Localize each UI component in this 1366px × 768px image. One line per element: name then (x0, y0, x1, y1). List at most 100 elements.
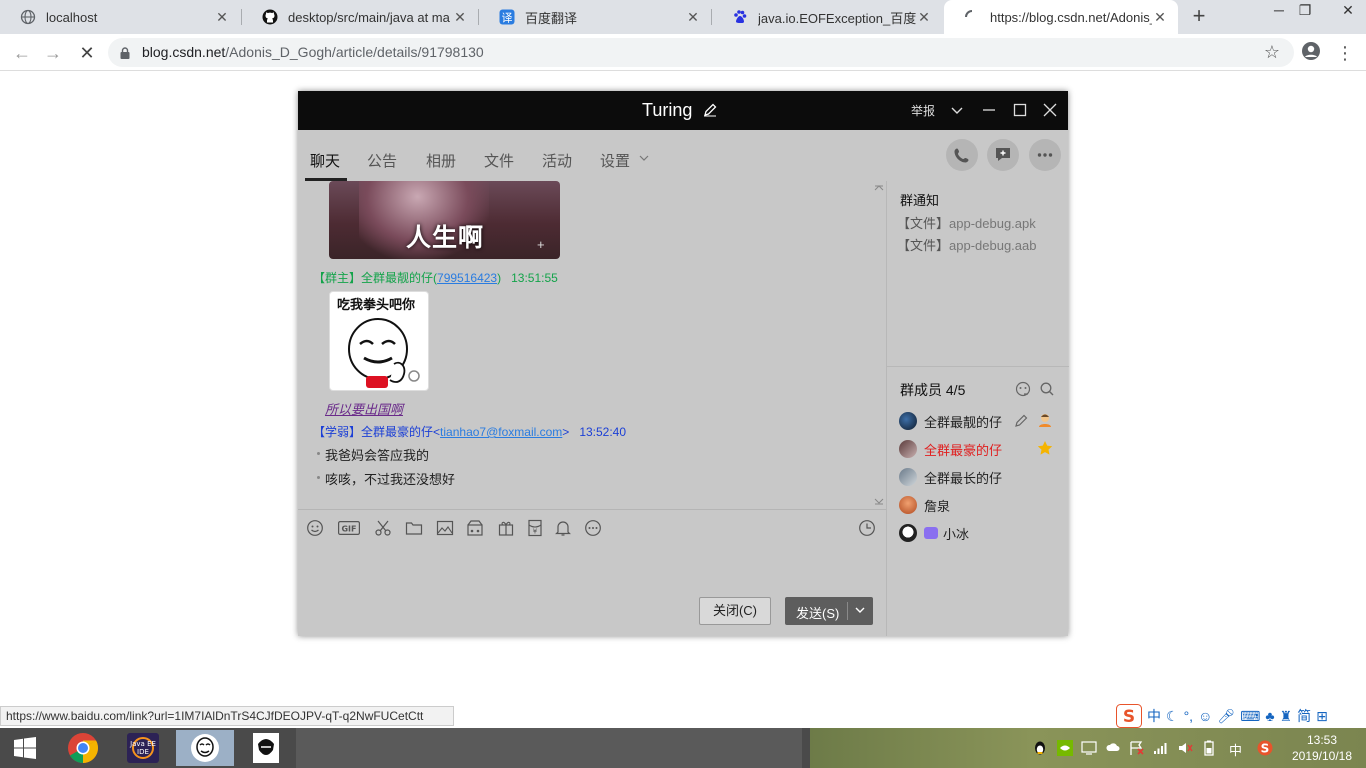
scroll-down-icon[interactable] (873, 498, 885, 506)
member-item[interactable]: 全群最靓的仔 (899, 410, 1002, 432)
chat-message-area[interactable]: 人生啊 + 【群主】全群最靓的仔(799516423) 13:51:55 吃我拳… (298, 181, 886, 508)
sogou-tray-icon[interactable]: S (1257, 740, 1273, 756)
maximize-icon[interactable] (1011, 101, 1029, 119)
monitor-icon[interactable] (1081, 740, 1097, 756)
sticker-message[interactable]: 吃我拳头吧你 (329, 291, 429, 391)
network-signal-icon[interactable] (1153, 740, 1169, 756)
grid-icon[interactable]: ⊞ (1316, 708, 1328, 725)
tab-localhost[interactable]: localhost ✕ (0, 0, 240, 34)
nvidia-icon[interactable] (1057, 740, 1073, 756)
close-tab-icon[interactable]: ✕ (214, 9, 230, 25)
video-icon[interactable] (466, 519, 484, 537)
minimize-icon[interactable] (980, 101, 998, 119)
che-guevara-icon[interactable] (238, 730, 294, 766)
tab-baidu-translate[interactable]: 译 百度翻译 ✕ (479, 0, 711, 34)
member-item[interactable]: 小冰 (899, 522, 969, 544)
java-ee-ide-icon[interactable]: Java EE IDE (115, 730, 171, 766)
more-icon[interactable] (584, 519, 602, 537)
close-button[interactable]: 关闭(C) (699, 597, 771, 625)
shirt-icon[interactable]: ♜ (1280, 708, 1293, 725)
close-tab-icon[interactable]: ✕ (452, 9, 468, 25)
tab-notice[interactable]: 公告 (367, 150, 397, 171)
history-clock-icon[interactable] (858, 519, 876, 537)
close-tab-icon[interactable]: ✕ (685, 9, 701, 25)
member-item[interactable]: 全群最长的仔 (899, 466, 1002, 488)
volume-muted-icon[interactable] (1177, 740, 1193, 756)
send-button[interactable]: 发送(S) (785, 597, 873, 625)
profile-icon[interactable] (1301, 41, 1323, 63)
emoji-icon[interactable] (306, 519, 324, 537)
edit-pencil-icon[interactable] (703, 103, 717, 117)
chrome-icon[interactable] (55, 730, 111, 766)
search-icon[interactable] (1039, 381, 1055, 397)
forward-arrow-icon[interactable]: → (42, 42, 64, 64)
chevron-down-icon[interactable] (948, 101, 966, 119)
start-button[interactable] (0, 730, 50, 766)
report-button[interactable]: 举报 (911, 102, 935, 119)
notice-file-item[interactable]: 【文件】app-debug.aab (897, 235, 1037, 254)
more-options-icon[interactable] (1029, 139, 1061, 171)
edit-pencil-icon[interactable] (1014, 414, 1028, 428)
moon-icon[interactable]: ☾ (1166, 708, 1179, 725)
microphone-icon[interactable]: 🎤︎ (1217, 708, 1235, 725)
restore-window-button[interactable]: ❐ (1290, 0, 1320, 20)
stop-loading-icon[interactable]: ✕ (76, 42, 98, 64)
menu-dots-icon[interactable]: ⋮ (1334, 42, 1356, 64)
add-chat-button[interactable] (987, 139, 1019, 171)
sender-qq-link[interactable]: 799516423 (437, 271, 497, 285)
tab-baidu-search[interactable]: java.io.EOFException_百度搜索 ✕ (712, 0, 942, 34)
battery-icon[interactable] (1201, 740, 1217, 756)
ime-simplified-toggle[interactable]: 简 (1297, 706, 1311, 726)
flag-alert-icon[interactable] (1129, 740, 1145, 756)
user-icon[interactable]: ♣ (1265, 708, 1274, 724)
close-tab-icon[interactable]: ✕ (916, 9, 932, 25)
tab-album[interactable]: 相册 (426, 150, 456, 171)
panel-divider (887, 366, 1069, 367)
system-clock[interactable]: 13:53 2019/10/18 (1286, 732, 1358, 764)
sender-name[interactable]: 全群最靓的仔 (361, 271, 433, 285)
lock-icon (120, 47, 130, 59)
ime-language-indicator[interactable]: 中 (1229, 740, 1242, 759)
bookmark-star-icon[interactable]: ☆ (1264, 42, 1280, 63)
notice-file-item[interactable]: 【文件】app-debug.apk (897, 213, 1036, 232)
folder-icon[interactable] (405, 519, 423, 537)
ime-chinese-toggle[interactable]: 中 (1147, 706, 1161, 726)
close-tab-icon[interactable]: ✕ (1152, 9, 1168, 25)
phone-call-button[interactable] (946, 139, 978, 171)
gif-icon[interactable]: GIF (338, 519, 360, 537)
sender-email-link[interactable]: tianhao7@foxmail.com (440, 425, 562, 439)
keyboard-icon[interactable]: ⌨ (1240, 708, 1260, 725)
red-packet-icon[interactable]: ¥ (526, 519, 544, 537)
image-message[interactable]: 人生啊 + (329, 181, 560, 259)
close-icon[interactable] (1041, 101, 1059, 119)
punctuation-icon[interactable]: °, (1184, 708, 1194, 724)
new-tab-button[interactable]: + (1188, 5, 1210, 28)
qq-window-active[interactable] (176, 730, 234, 766)
qq-penguin-icon[interactable] (1032, 740, 1048, 756)
tab-activity[interactable]: 活动 (542, 150, 572, 171)
group-side-panel: 群通知 【文件】app-debug.apk 【文件】app-debug.aab … (886, 181, 1069, 636)
tab-files[interactable]: 文件 (484, 150, 514, 171)
tab-settings[interactable]: 设置 (600, 150, 630, 171)
gift-icon[interactable] (497, 519, 515, 537)
sender-name[interactable]: 全群最豪的仔 (361, 425, 433, 439)
back-arrow-icon[interactable]: ← (11, 42, 33, 64)
member-settings-icon[interactable] (1015, 381, 1031, 397)
close-window-button[interactable]: ✕ (1332, 0, 1364, 20)
address-bar[interactable]: blog.csdn.net/Adonis_D_Gogh/article/deta… (108, 38, 1294, 67)
weather-icon[interactable] (1105, 740, 1121, 756)
image-icon[interactable] (436, 519, 454, 537)
tab-chat[interactable]: 聊天 (310, 150, 340, 171)
member-item[interactable]: 全群最豪的仔 (899, 438, 1002, 460)
ime-toolbar[interactable]: S 中 ☾ °, ☺ 🎤︎ ⌨ ♣ ♜ 简 ⊞ (1116, 704, 1328, 728)
input-divider (298, 509, 886, 510)
scissors-icon[interactable] (374, 519, 392, 537)
chevron-down-icon[interactable] (853, 603, 867, 617)
tab-github[interactable]: desktop/src/main/java at ma ✕ (242, 0, 478, 34)
smiley-icon[interactable]: ☺ (1198, 708, 1212, 724)
zoom-plus-icon[interactable]: + (537, 237, 545, 252)
scroll-up-icon[interactable] (873, 183, 885, 191)
bell-icon[interactable] (554, 519, 572, 537)
tab-csdn-active[interactable]: https://blog.csdn.net/Adonis_ ✕ (944, 0, 1178, 34)
member-item[interactable]: 詹泉 (899, 494, 950, 516)
